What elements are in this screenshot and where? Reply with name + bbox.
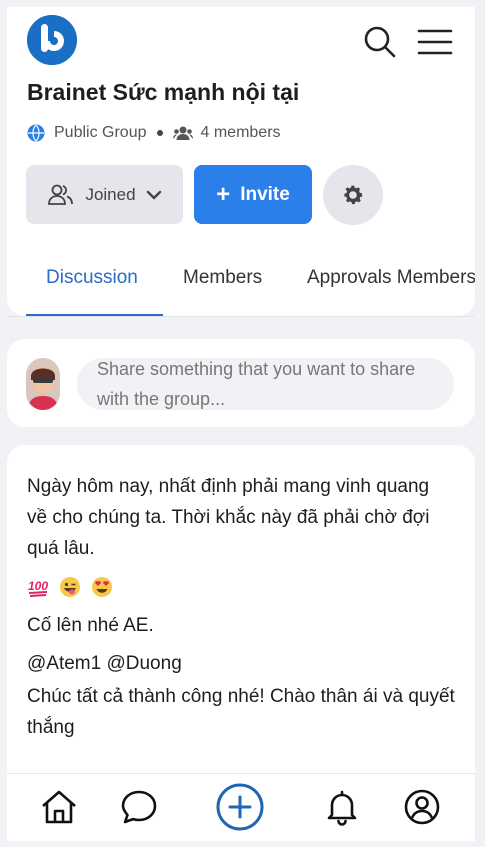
composer-input[interactable]: Share something that you want to share w… <box>77 358 454 410</box>
user-avatar[interactable] <box>26 358 60 410</box>
group-header: Brainet Sức mạnh nội tại Public Group 4 … <box>7 7 475 316</box>
bottom-navigation <box>7 773 475 841</box>
notification-icon[interactable] <box>323 788 361 826</box>
post-paragraph: Ngày hôm nay, nhất định phải mang vinh q… <box>27 476 430 559</box>
users-icon <box>48 184 74 205</box>
group-meta: Public Group 4 members <box>27 122 281 144</box>
joined-label: Joined <box>85 184 136 204</box>
invite-button[interactable]: + Invite <box>194 165 312 224</box>
globe-icon <box>27 124 45 142</box>
brainet-logo[interactable] <box>27 15 77 65</box>
chat-icon[interactable] <box>120 788 158 826</box>
separator-dot <box>156 130 163 136</box>
members-count: 4 members <box>200 124 281 141</box>
group-title: Brainet Sức mạnh nội tại <box>27 79 300 105</box>
menu-icon[interactable] <box>417 25 453 59</box>
chevron-down-icon <box>146 190 161 199</box>
plus-icon: + <box>216 180 231 208</box>
divider <box>7 316 475 317</box>
settings-button[interactable] <box>323 165 383 225</box>
privacy-label: Public Group <box>54 124 147 141</box>
composer-placeholder: Share something that you want to share w… <box>97 359 416 409</box>
tab-members[interactable]: Members <box>183 267 262 289</box>
members-icon <box>172 126 193 140</box>
tab-approvals-members[interactable]: Approvals Members <box>307 267 475 289</box>
gear-icon <box>344 185 363 205</box>
group-tabs: Discussion Members Approvals Members <box>7 259 475 316</box>
heart-eyes-emoji <box>92 577 112 597</box>
post-line: Cố lên nhé AE. <box>27 615 154 636</box>
search-icon[interactable] <box>363 25 397 59</box>
svg-text:100: 100 <box>28 579 48 593</box>
post-mentions[interactable]: @Atem1 @Duong <box>27 648 182 679</box>
post-composer: Share something that you want to share w… <box>7 339 475 427</box>
post-line: Chúc tất cả thành công nhé! Chào thân ái… <box>27 686 455 738</box>
joined-button[interactable]: Joined <box>26 165 183 224</box>
winking-tongue-emoji <box>60 577 80 597</box>
hundred-points-emoji: 100 <box>28 579 48 597</box>
create-post-icon[interactable] <box>215 782 265 832</box>
profile-icon[interactable] <box>403 788 441 826</box>
app-screen: Brainet Sức mạnh nội tại Public Group 4 … <box>7 7 475 841</box>
invite-label: Invite <box>240 183 290 205</box>
post-emojis: 100 <box>27 573 113 601</box>
home-icon[interactable] <box>40 788 78 826</box>
tab-discussion[interactable]: Discussion <box>46 267 138 289</box>
